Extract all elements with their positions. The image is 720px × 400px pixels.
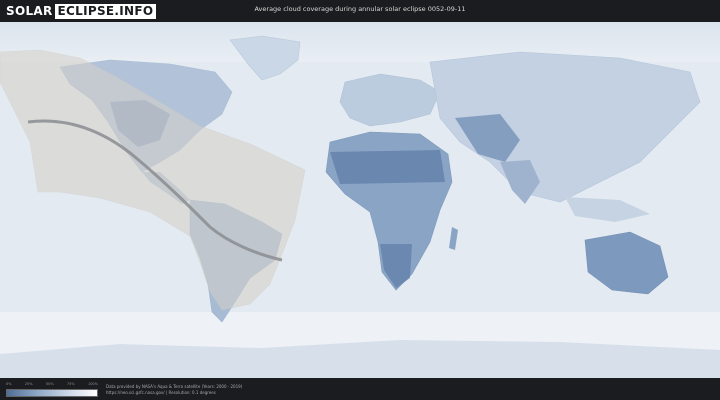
footer-bar: 0% 25% 50% 75% 100% Data provided by NAS… xyxy=(0,378,720,400)
scale-tick-100: 100% xyxy=(87,382,98,386)
scale-tick-25: 25% xyxy=(24,382,33,386)
scale-tick-50: 50% xyxy=(45,382,54,386)
scale-gradient-bar xyxy=(6,389,98,397)
antarctica xyxy=(0,340,720,378)
north-polar-cloud xyxy=(0,22,720,62)
header-bar: SOLAR ECLIPSE.INFO Average cloud coverag… xyxy=(0,0,720,22)
cloud-coverage-map xyxy=(0,22,720,378)
scale-tick-0: 0% xyxy=(6,382,12,386)
sahara-clear-region xyxy=(330,150,445,184)
credit-line-2[interactable]: https://neo.sci.gsfc.nasa.gov/ | Resolut… xyxy=(106,390,242,396)
world-map-svg xyxy=(0,22,720,378)
page-title: Average cloud coverage during annular so… xyxy=(254,5,466,13)
scale-ticks: 0% 25% 50% 75% 100% xyxy=(6,382,98,387)
cloud-coverage-scale: 0% 25% 50% 75% 100% xyxy=(6,382,98,397)
scale-tick-75: 75% xyxy=(66,382,75,386)
data-credit: Data provided by NASA's Aqua & Terra sat… xyxy=(106,384,242,396)
